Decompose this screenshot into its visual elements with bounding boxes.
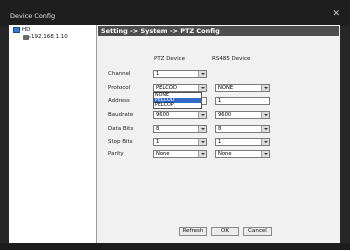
device-group-icon (13, 27, 20, 33)
tree-device-node[interactable]: 192.168.1.10 (23, 34, 68, 40)
rs485-baudrate-select[interactable]: 9600 (215, 111, 270, 119)
chevron-down-icon[interactable] (261, 139, 269, 145)
data-bits-label: Data Bits (108, 126, 134, 132)
protocol-dropdown-list: NONE PELCOD PELCOP (153, 92, 202, 109)
rs485-data-bits-select[interactable]: 8 (215, 125, 270, 133)
refresh-button[interactable]: Refresh (179, 227, 207, 236)
chevron-down-icon[interactable] (198, 71, 206, 77)
ptz-device-column-header: PTZ Device (154, 56, 186, 62)
protocol-option-pelcop[interactable]: PELCOP (154, 103, 201, 108)
ptz-baudrate-value: 9600 (156, 112, 170, 118)
rs485-device-column-header: RS485 Device (212, 56, 251, 62)
bottom-border (0, 243, 350, 250)
cancel-button[interactable]: Cancel (243, 227, 272, 236)
protocol-label: Protocol (108, 85, 131, 91)
channel-label: Channel (108, 71, 131, 77)
rs485-stop-bits-value: 1 (218, 139, 222, 145)
ptz-protocol-select[interactable]: PELCOD (153, 84, 207, 92)
rs485-parity-select[interactable]: None (215, 150, 270, 158)
rs485-parity-value: None (218, 151, 232, 157)
rs485-data-bits-value: 8 (218, 126, 222, 132)
chevron-down-icon[interactable] (261, 126, 269, 132)
device-tree: HD 192.168.1.10 (9, 25, 97, 243)
chevron-down-icon[interactable] (261, 85, 269, 91)
baudrate-label: Baudrate (108, 112, 134, 118)
tree-root-node[interactable]: HD (13, 27, 30, 33)
rs485-address-value: 1 (218, 98, 222, 104)
ptz-data-bits-select[interactable]: 8 (153, 125, 207, 133)
rs485-protocol-select[interactable]: NONE (215, 84, 270, 92)
channel-select[interactable]: 1 (153, 70, 207, 78)
stop-bits-label: Stop Bits (108, 139, 133, 145)
channel-value: 1 (156, 71, 160, 77)
ptz-parity-select[interactable]: None (153, 150, 207, 158)
rs485-address-input[interactable]: 1 (215, 97, 270, 105)
chevron-down-icon[interactable] (198, 112, 206, 118)
chevron-down-icon[interactable] (198, 126, 206, 132)
chevron-down-icon[interactable] (261, 112, 269, 118)
title-bar: Device Config ✕ (0, 0, 350, 26)
window-title: Device Config (10, 12, 56, 20)
parity-label: Parity (108, 151, 124, 157)
address-label: Address (108, 98, 130, 104)
ptz-data-bits-value: 8 (156, 126, 160, 132)
tree-device-label: 192.168.1.10 (31, 34, 68, 40)
device-config-window: Device Config ✕ HD 192.168.1.10 Setting … (0, 0, 350, 250)
ptz-stop-bits-value: 1 (156, 139, 160, 145)
breadcrumb-header: Setting -> System -> PTZ Config (98, 26, 339, 36)
chevron-down-icon[interactable] (261, 151, 269, 157)
ptz-baudrate-select[interactable]: 9600 (153, 111, 207, 119)
chevron-down-icon[interactable] (198, 85, 206, 91)
chevron-down-icon[interactable] (198, 151, 206, 157)
rs485-stop-bits-select[interactable]: 1 (215, 138, 270, 146)
camera-icon (23, 34, 31, 40)
client-area: HD 192.168.1.10 Setting -> System -> PTZ… (9, 25, 340, 243)
rs485-protocol-value: NONE (218, 85, 234, 91)
ptz-config-panel: Setting -> System -> PTZ Config PTZ Devi… (97, 25, 340, 243)
chevron-down-icon[interactable] (198, 139, 206, 145)
ptz-stop-bits-select[interactable]: 1 (153, 138, 207, 146)
rs485-baudrate-value: 9600 (218, 112, 232, 118)
tree-root-label: HD (22, 27, 31, 33)
ptz-protocol-value: PELCOD (156, 85, 177, 91)
ptz-parity-value: None (156, 151, 170, 157)
close-icon[interactable]: ✕ (332, 10, 340, 19)
ok-button[interactable]: OK (211, 227, 239, 236)
